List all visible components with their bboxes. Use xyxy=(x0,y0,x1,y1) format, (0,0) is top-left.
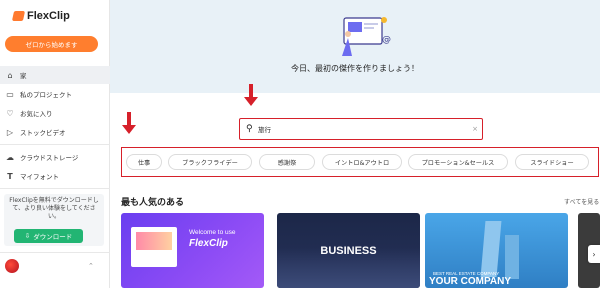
chevron-up-icon[interactable]: ⌃ xyxy=(88,262,94,270)
search-box[interactable]: ⚲ 旅行 × xyxy=(239,118,483,140)
template-card[interactable]: BEST REAL ESTATE COMPANY YOUR COMPANY xyxy=(425,213,568,288)
sidebar-item-label: お気に入り xyxy=(20,110,53,118)
card-line2: YOUR COMPANY xyxy=(429,276,512,287)
sidebar-item-my-projects[interactable]: ▭ 私のプロジェクト xyxy=(0,85,110,103)
sidebar-item-label: クラウドストレージ xyxy=(20,154,79,162)
template-card[interactable]: Welcome to use FlexClip xyxy=(121,213,264,288)
flexclip-logo[interactable]: FlexClip xyxy=(11,10,70,22)
start-from-scratch-button[interactable]: ゼロから始めます xyxy=(5,36,98,52)
font-icon: T xyxy=(7,171,13,181)
sidebar-item-label: 私のプロジェクト xyxy=(20,91,72,99)
section-title: 最も人気のある xyxy=(121,198,185,208)
tag-black-friday[interactable]: ブラックフライデー xyxy=(168,154,252,170)
card-line2: FlexClip xyxy=(189,238,228,249)
tag-business[interactable]: 仕事 xyxy=(126,154,162,170)
cloud-icon: ☁ xyxy=(6,152,14,162)
hero-banner: @ 今日、最初の傑作を作りましょう！ xyxy=(110,0,600,93)
download-button[interactable]: ⇩ ダウンロード xyxy=(14,229,83,243)
sidebar-divider xyxy=(0,188,110,189)
sidebar: FlexClip ゼロから始めます ⌂ 家 ▭ 私のプロジェクト ♡ お気に入り… xyxy=(0,0,110,288)
search-icon: ⚲ xyxy=(246,124,253,134)
tag-promotion-sales[interactable]: プロモーション&セールス xyxy=(408,154,508,170)
annotation-arrow xyxy=(244,84,258,106)
sidebar-item-cloud-storage[interactable]: ☁ クラウドストレージ xyxy=(0,148,110,166)
user-avatar[interactable] xyxy=(5,259,19,273)
sidebar-item-label: ストックビデオ xyxy=(20,129,66,137)
search-input[interactable]: 旅行 xyxy=(258,122,468,136)
chevron-right-icon[interactable]: › xyxy=(588,245,600,263)
heart-icon: ♡ xyxy=(6,108,14,118)
card-line1: BUSINESS xyxy=(320,245,377,257)
category-tags-bar: 仕事 ブラックフライデー 感謝祭 イントロ&アウトロ プロモーション&セールス … xyxy=(121,147,599,177)
hero-illustration: @ xyxy=(342,17,391,56)
sidebar-divider xyxy=(0,252,110,253)
tag-thanksgiving[interactable]: 感謝祭 xyxy=(259,154,315,170)
svg-text:@: @ xyxy=(382,35,391,45)
sidebar-item-label: 家 xyxy=(20,72,27,80)
hero-heading: 今日、最初の傑作を作りましょう！ xyxy=(291,64,419,73)
see-all-link[interactable]: すべてを見る xyxy=(564,197,599,206)
flexclip-logo-mark xyxy=(11,11,26,21)
sidebar-item-my-fonts[interactable]: T マイフォント xyxy=(0,167,110,185)
sidebar-item-stock-video[interactable]: ▷ ストックビデオ xyxy=(0,123,110,141)
download-label: ダウンロード xyxy=(33,233,73,241)
template-card[interactable]: BUSINESS xyxy=(277,213,420,288)
template-thumb-screen xyxy=(131,227,177,267)
play-icon: ▷ xyxy=(6,127,14,137)
file-icon: ▭ xyxy=(6,89,14,99)
clear-search-icon[interactable]: × xyxy=(468,125,482,133)
logo-text: FlexClip xyxy=(27,10,70,22)
main-content: @ 今日、最初の傑作を作りましょう！ ⚲ 旅行 × 仕事 ブラックフライデー 感… xyxy=(110,0,600,288)
sidebar-item-favorites[interactable]: ♡ お気に入り xyxy=(0,104,110,122)
home-icon: ⌂ xyxy=(7,70,13,80)
sidebar-item-home[interactable]: ⌂ 家 xyxy=(0,66,110,84)
download-icon: ⇩ xyxy=(24,232,31,240)
tag-intro-outro[interactable]: イントロ&アウトロ xyxy=(322,154,402,170)
annotation-arrow xyxy=(122,112,136,134)
sidebar-item-label: マイフォント xyxy=(20,173,59,181)
sidebar-divider xyxy=(0,144,110,145)
tag-slideshow[interactable]: スライドショー xyxy=(515,154,589,170)
promo-text: FlexClipを無料でダウンロードして、より良い体験をしてください。 xyxy=(9,197,99,220)
card-line1: Welcome to use xyxy=(189,229,236,236)
